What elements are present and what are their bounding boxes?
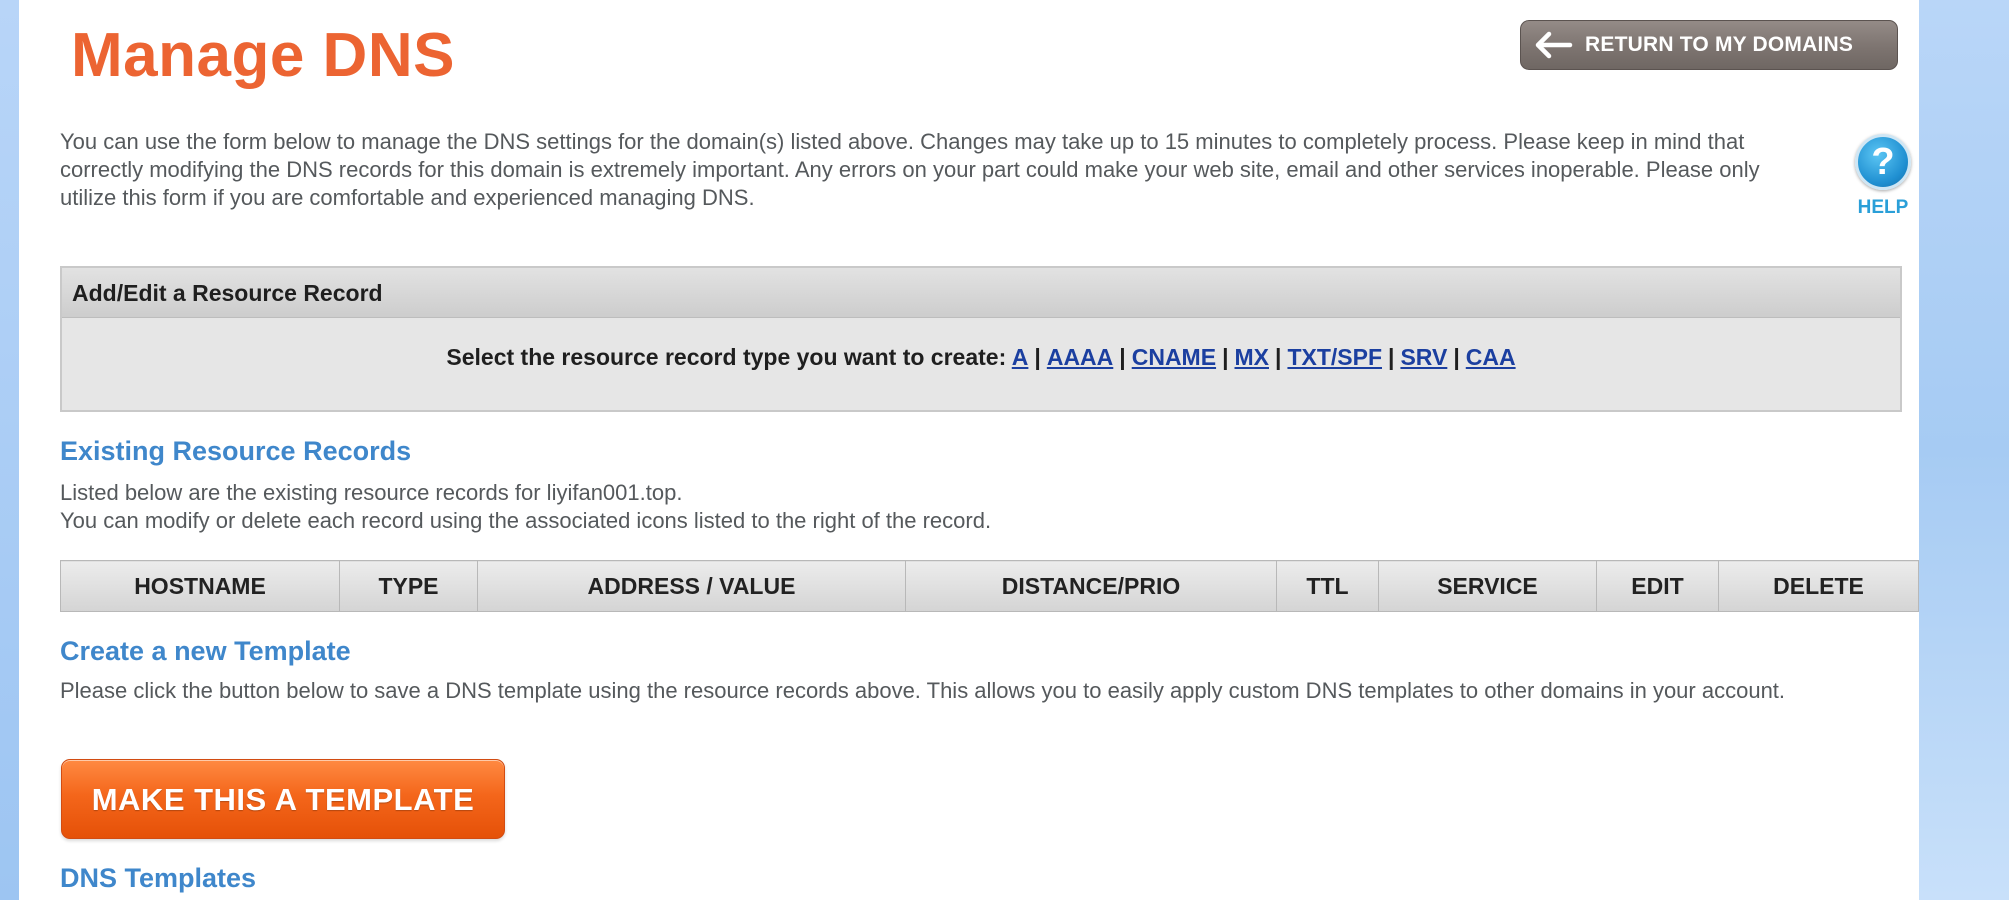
resource-record-heading: Add/Edit a Resource Record (62, 268, 1900, 318)
column-header-address-value[interactable]: ADDRESS / VALUE (477, 560, 906, 612)
make-template-button[interactable]: MAKE THIS A TEMPLATE (61, 759, 505, 839)
help-icon: ? (1855, 134, 1911, 190)
existing-records-heading: Existing Resource Records (60, 436, 412, 466)
record-type-cname-link[interactable]: CNAME (1132, 344, 1216, 370)
record-type-selector: Select the resource record type you want… (62, 318, 1900, 371)
page-title: Manage DNS (71, 21, 455, 90)
existing-records-line-1: Listed below are the existing resource r… (60, 480, 683, 505)
separator: | (1119, 344, 1126, 370)
record-type-txt-spf-link[interactable]: TXT/SPF (1287, 344, 1382, 370)
record-type-mx-link[interactable]: MX (1235, 344, 1270, 370)
background-right-edge (1919, 0, 2009, 900)
column-header-ttl[interactable]: TTL (1276, 560, 1379, 612)
separator: | (1222, 344, 1229, 370)
separator: | (1275, 344, 1282, 370)
help-label: HELP (1857, 197, 1909, 218)
add-edit-resource-record-box: Add/Edit a Resource Record Select the re… (60, 266, 1902, 412)
column-header-hostname[interactable]: HOSTNAME (60, 560, 340, 612)
create-template-text: Please click the button below to save a … (60, 678, 1786, 703)
resource-records-table: HOSTNAME TYPE ADDRESS / VALUE DISTANCE/P… (60, 560, 1919, 612)
record-type-a-link[interactable]: A (1012, 344, 1029, 370)
arrow-left-icon (1535, 31, 1573, 59)
return-to-my-domains-button[interactable]: RETURN TO MY DOMAINS (1520, 20, 1898, 70)
column-header-edit: EDIT (1596, 560, 1719, 612)
column-header-delete: DELETE (1718, 560, 1919, 612)
record-type-prompt: Select the resource record type you want… (446, 344, 1012, 370)
create-template-heading: Create a new Template (60, 636, 351, 666)
record-type-srv-link[interactable]: SRV (1400, 344, 1447, 370)
return-button-label: RETURN TO MY DOMAINS (1585, 33, 1854, 56)
background-left-edge (0, 0, 19, 900)
separator: | (1388, 344, 1395, 370)
record-type-caa-link[interactable]: CAA (1466, 344, 1516, 370)
record-type-aaaa-link[interactable]: AAAA (1047, 344, 1113, 370)
table-header-row: HOSTNAME TYPE ADDRESS / VALUE DISTANCE/P… (60, 560, 1919, 612)
column-header-type[interactable]: TYPE (339, 560, 478, 612)
column-header-distance-prio[interactable]: DISTANCE/PRIO (905, 560, 1277, 612)
intro-text: You can use the form below to manage the… (60, 129, 1760, 210)
separator: | (1034, 344, 1041, 370)
existing-records-line-2: You can modify or delete each record usi… (60, 508, 992, 533)
column-header-service[interactable]: SERVICE (1378, 560, 1597, 612)
content-panel: Manage DNS RETURN TO MY DOMAINS You can … (19, 0, 1919, 900)
separator: | (1453, 344, 1460, 370)
help-button[interactable]: ? HELP (1853, 134, 1913, 219)
dns-templates-heading: DNS Templates (60, 863, 257, 893)
